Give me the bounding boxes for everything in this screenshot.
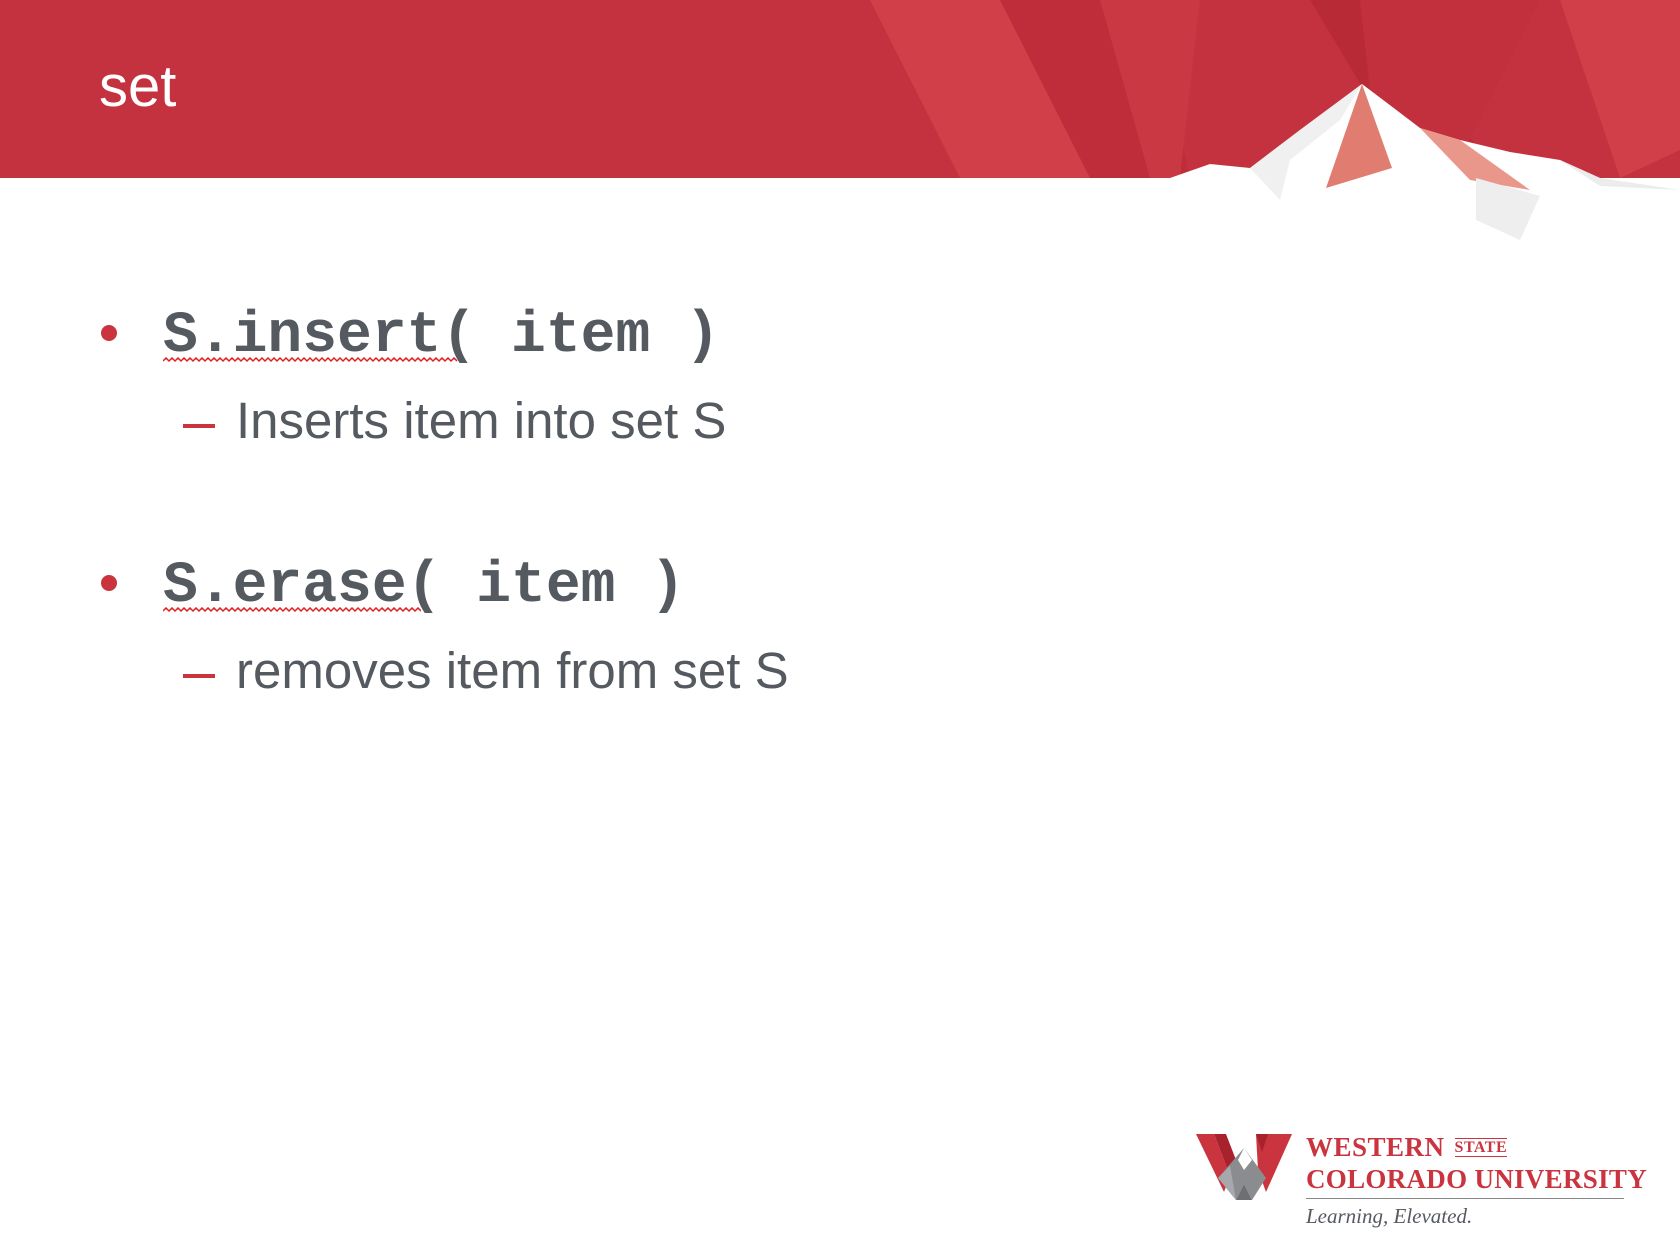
erase-description: removes item from set S (236, 642, 789, 699)
logo-wordmark-line2: Colorado University (1306, 1164, 1647, 1194)
w-mountain-logo-icon (1196, 1134, 1292, 1200)
university-logo: Western STATE Colorado University Learnin… (1196, 1130, 1647, 1230)
logo-divider (1306, 1198, 1624, 1199)
spellcheck-underline (163, 357, 458, 363)
header-banner (0, 0, 1680, 260)
logo-western: Western (1306, 1132, 1445, 1162)
insert-description: Inserts item into set S (236, 392, 727, 449)
sub-bullet-dash (183, 424, 215, 428)
bullet-marker (101, 325, 117, 341)
logo-tagline: Learning, Elevated. (1306, 1204, 1473, 1228)
logo-wordmark-line1: Western STATE (1306, 1132, 1508, 1163)
spellcheck-underline (163, 607, 421, 613)
slide: set S.insert( item ) Inserts item into s… (0, 0, 1680, 1258)
bullet-marker (101, 575, 117, 591)
logo-state: STATE (1454, 1138, 1508, 1157)
sub-bullet-dash (183, 674, 215, 678)
slide-title: set (99, 54, 177, 119)
